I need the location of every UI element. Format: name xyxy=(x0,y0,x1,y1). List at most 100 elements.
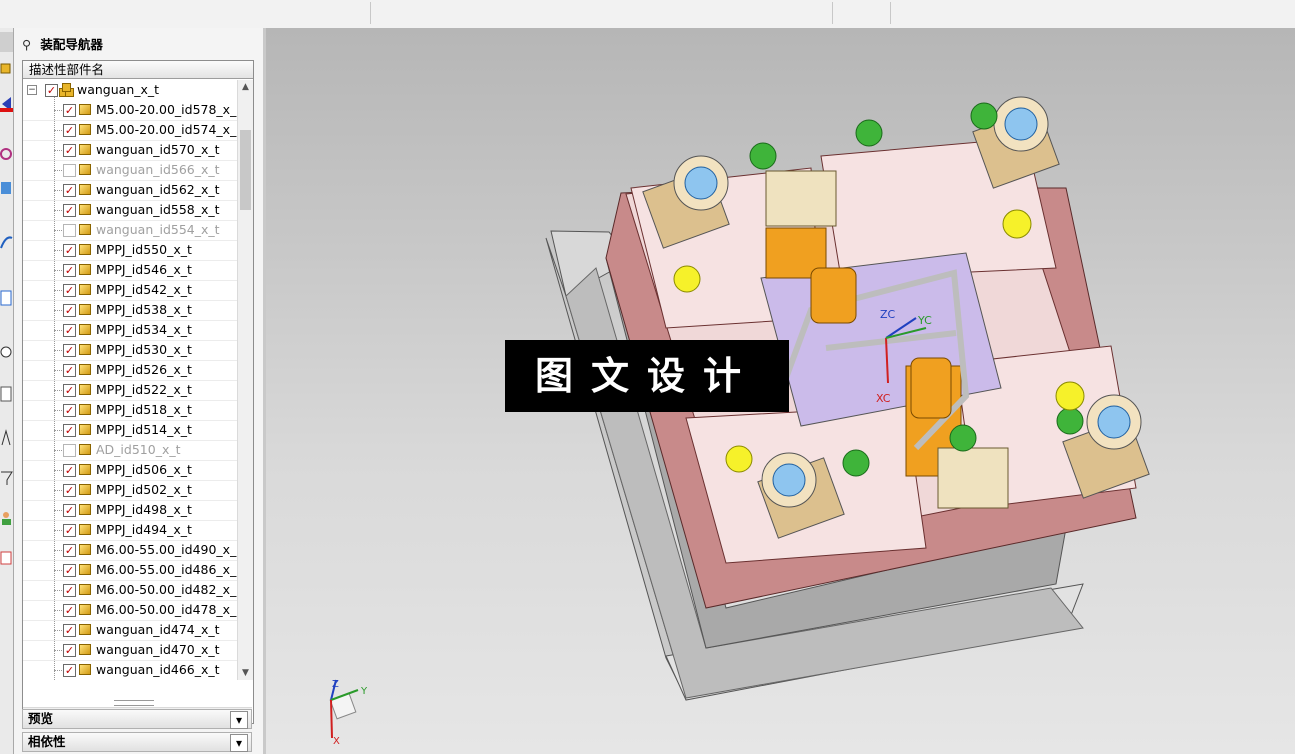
chevron-down-icon[interactable]: ▾ xyxy=(230,711,248,729)
visibility-checkbox[interactable]: ✓ xyxy=(63,584,76,597)
tree-row-label: MPPJ_id538_x_t xyxy=(96,302,192,317)
tree-row[interactable]: ✓ M6.00-55.00_id490_x_ xyxy=(23,540,237,561)
visibility-checkbox[interactable]: ✓ xyxy=(63,604,76,617)
visibility-checkbox[interactable]: ✓ xyxy=(63,104,76,117)
tree-row[interactable]: ✓ wanguan_id474_x_t xyxy=(23,620,237,641)
component-cube-icon xyxy=(79,464,91,475)
tree-vertical-scrollbar[interactable]: ▲ ▼ xyxy=(237,80,253,680)
visibility-checkbox[interactable]: ✓ xyxy=(63,324,76,337)
column-header-description[interactable]: 描述性部件名 xyxy=(23,61,253,79)
visibility-checkbox[interactable]: ✓ xyxy=(63,524,76,537)
visibility-checkbox[interactable]: ✓ xyxy=(63,264,76,277)
visibility-checkbox[interactable]: ✓ xyxy=(63,424,76,437)
tree-row[interactable]: ✓ wanguan_id570_x_t xyxy=(23,140,237,161)
tree-row[interactable]: ✓ wanguan_id558_x_t xyxy=(23,200,237,221)
scroll-up-arrow-icon[interactable]: ▲ xyxy=(238,80,253,94)
web-browser-icon[interactable] xyxy=(0,232,13,252)
clock-icon[interactable] xyxy=(0,342,13,362)
visibility-checkbox[interactable] xyxy=(63,164,76,177)
tree-row[interactable]: ✓ MPPJ_id514_x_t xyxy=(23,420,237,441)
tree-row[interactable]: ✓ M5.00-20.00_id578_x_ xyxy=(23,100,237,121)
tree-row[interactable]: ✓ MPPJ_id498_x_t xyxy=(23,500,237,521)
tree-row[interactable]: ✓ MPPJ_id550_x_t xyxy=(23,240,237,261)
toolbar-segment xyxy=(372,2,833,24)
section-dependencies[interactable]: 相依性 ▾ xyxy=(22,732,252,752)
pin-icon[interactable]: ⚲ xyxy=(22,37,36,52)
tree-row[interactable]: ✓ wanguan_id466_x_t xyxy=(23,660,237,680)
visibility-checkbox[interactable]: ✓ xyxy=(63,664,76,677)
tree-row[interactable]: ✓ MPPJ_id494_x_t xyxy=(23,520,237,541)
collapse-toggle-icon[interactable]: − xyxy=(27,85,37,95)
visibility-checkbox[interactable]: ✓ xyxy=(63,544,76,557)
visibility-checkbox[interactable]: ✓ xyxy=(63,144,76,157)
tree-row[interactable]: ✓ MPPJ_id522_x_t xyxy=(23,380,237,401)
tree-row[interactable]: ✓ MPPJ_id526_x_t xyxy=(23,360,237,381)
section-preview[interactable]: 预览 ▾ xyxy=(22,709,252,729)
visibility-checkbox[interactable]: ✓ xyxy=(63,504,76,517)
scroll-thumb[interactable] xyxy=(240,130,251,210)
visibility-checkbox[interactable]: ✓ xyxy=(63,464,76,477)
tree-root-row[interactable]: − ✓ wanguan_x_t xyxy=(23,80,237,100)
visibility-checkbox[interactable]: ✓ xyxy=(63,364,76,377)
assembly-nav-icon[interactable] xyxy=(0,58,13,78)
reuse-library-icon[interactable] xyxy=(0,178,13,198)
tree-row[interactable]: ✓ MPPJ_id530_x_t xyxy=(23,340,237,361)
tree-row[interactable]: ✓ M6.00-50.00_id478_x_ xyxy=(23,600,237,621)
tree-row-label: M6.00-55.00_id490_x_ xyxy=(96,542,237,557)
tree-row-label: wanguan_id466_x_t xyxy=(96,662,220,677)
tree-connector-line xyxy=(54,110,62,111)
filter-icon[interactable] xyxy=(0,468,13,488)
visibility-checkbox[interactable]: ✓ xyxy=(63,404,76,417)
tree-row-label: MPPJ_id506_x_t xyxy=(96,462,192,477)
tree-row[interactable]: ✓ MPPJ_id518_x_t xyxy=(23,400,237,421)
tree-row[interactable]: ✓ wanguan_id562_x_t xyxy=(23,180,237,201)
tree-connector-line xyxy=(54,570,62,571)
triad-x-label: X xyxy=(333,736,340,747)
visibility-checkbox[interactable]: ✓ xyxy=(63,304,76,317)
tree-row[interactable]: ✓ M5.00-20.00_id574_x_ xyxy=(23,120,237,141)
component-cube-icon xyxy=(79,444,91,455)
history-icon[interactable] xyxy=(0,288,13,308)
tree-row[interactable]: wanguan_id554_x_t xyxy=(23,220,237,241)
scroll-down-arrow-icon[interactable]: ▼ xyxy=(238,666,253,680)
tree-row[interactable]: ✓ MPPJ_id538_x_t xyxy=(23,300,237,321)
part-nav-icon[interactable] xyxy=(0,144,13,164)
visibility-checkbox[interactable]: ✓ xyxy=(63,184,76,197)
visibility-checkbox[interactable]: ✓ xyxy=(63,284,76,297)
tree-row[interactable]: ✓ MPPJ_id506_x_t xyxy=(23,460,237,481)
tree-row[interactable]: ✓ M6.00-55.00_id486_x_ xyxy=(23,560,237,581)
constraint-nav-icon[interactable] xyxy=(0,94,13,114)
panel-splitter[interactable] xyxy=(114,700,154,706)
visibility-checkbox[interactable]: ✓ xyxy=(63,384,76,397)
tree-row[interactable]: AD_id510_x_t xyxy=(23,440,237,461)
measure-icon[interactable] xyxy=(0,428,13,448)
tree-row[interactable]: ✓ M6.00-50.00_id482_x_ xyxy=(23,580,237,601)
visibility-checkbox[interactable]: ✓ xyxy=(63,644,76,657)
root-visibility-checkbox[interactable]: ✓ xyxy=(45,84,58,97)
hydraulic-cylinder xyxy=(810,267,857,324)
visibility-checkbox[interactable]: ✓ xyxy=(63,564,76,577)
visibility-checkbox[interactable]: ✓ xyxy=(63,624,76,637)
system-visual-icon[interactable] xyxy=(0,548,13,568)
component-cube-icon xyxy=(79,544,91,555)
visibility-checkbox[interactable]: ✓ xyxy=(63,484,76,497)
visibility-checkbox[interactable]: ✓ xyxy=(63,344,76,357)
visibility-checkbox[interactable]: ✓ xyxy=(63,244,76,257)
tree-row[interactable]: wanguan_id566_x_t xyxy=(23,160,237,181)
visibility-checkbox[interactable] xyxy=(63,444,76,457)
tree-row-label: wanguan_id474_x_t xyxy=(96,622,220,637)
visibility-checkbox[interactable] xyxy=(63,224,76,237)
component-cube-icon xyxy=(79,424,91,435)
tree-row[interactable]: ✓ MPPJ_id534_x_t xyxy=(23,320,237,341)
tree-row-label: MPPJ_id530_x_t xyxy=(96,342,192,357)
tree-row[interactable]: ✓ MPPJ_id502_x_t xyxy=(23,480,237,501)
tree-row[interactable]: ✓ MPPJ_id546_x_t xyxy=(23,260,237,281)
resource-tab-icon[interactable] xyxy=(0,32,13,52)
tree-row[interactable]: ✓ wanguan_id470_x_t xyxy=(23,640,237,661)
roles-icon[interactable] xyxy=(0,508,13,528)
visibility-checkbox[interactable]: ✓ xyxy=(63,124,76,137)
tree-row[interactable]: ✓ MPPJ_id542_x_t xyxy=(23,280,237,301)
visibility-checkbox[interactable]: ✓ xyxy=(63,204,76,217)
chevron-down-icon[interactable]: ▾ xyxy=(230,734,248,752)
list-icon[interactable] xyxy=(0,384,13,404)
